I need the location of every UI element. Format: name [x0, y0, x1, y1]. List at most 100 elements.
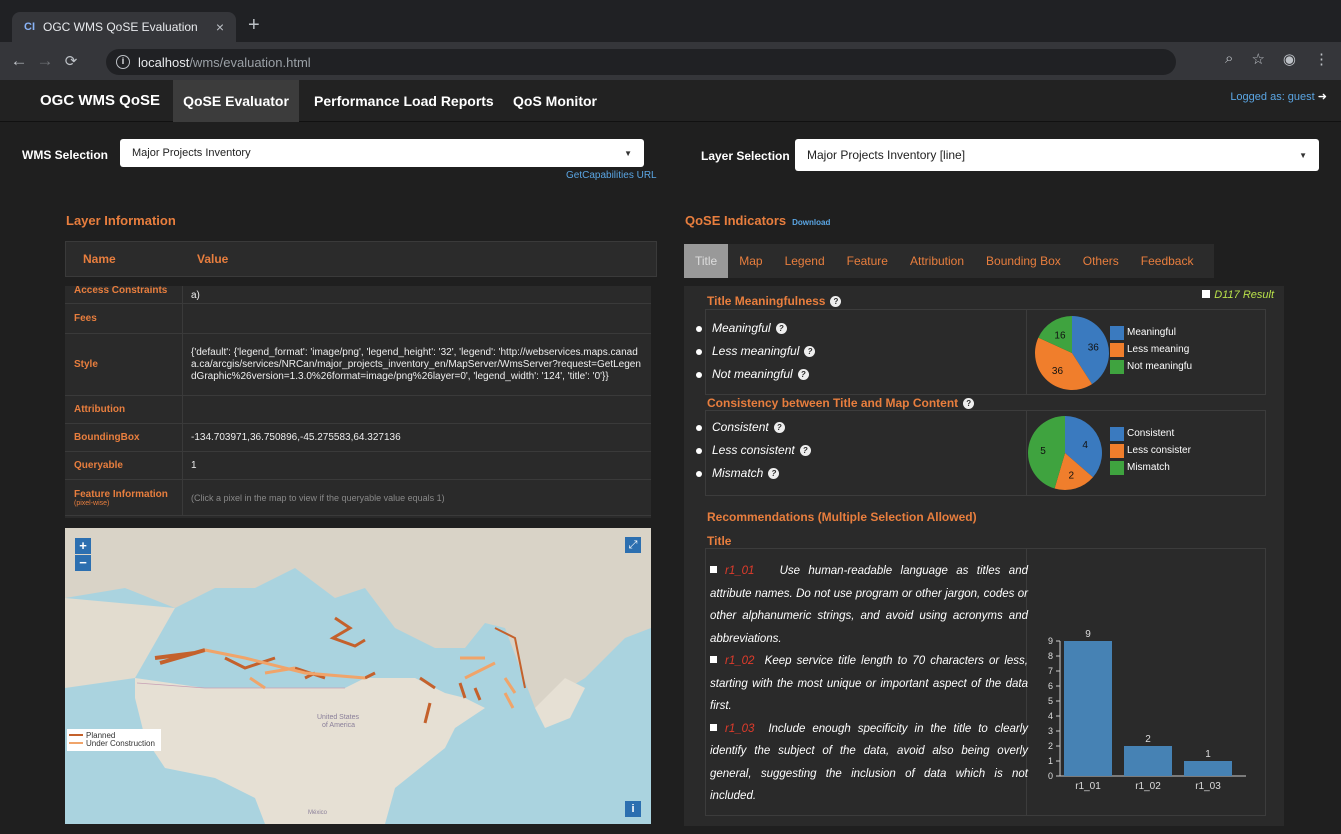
checkbox-icon[interactable]	[710, 656, 717, 663]
rec-text: Use human-readable language as titles an…	[710, 565, 1028, 645]
bar-value-label: 2	[1145, 734, 1151, 745]
option-label: Mismatch	[712, 466, 764, 480]
help-icon[interactable]: ?	[773, 422, 785, 433]
tab-legend[interactable]: Legend	[774, 244, 836, 278]
new-tab-icon[interactable]: +	[248, 14, 260, 37]
close-tab-icon[interactable]: ×	[216, 19, 224, 35]
recommendation-r1-03[interactable]: r1_03 Include enough specificity in the …	[710, 723, 1028, 802]
d117-result[interactable]: D117 Result	[1202, 289, 1274, 301]
menu-icon[interactable]: ⋮	[1314, 50, 1329, 68]
y-tick-label: 5	[1048, 696, 1053, 706]
option-mismatch[interactable]: Mismatch?	[695, 466, 780, 480]
checkbox-icon[interactable]	[1202, 290, 1211, 298]
tab-title[interactable]: Title	[684, 244, 729, 278]
info-icon[interactable]: i	[116, 55, 130, 69]
planned-route	[329, 616, 366, 648]
nav-qos-monitor[interactable]: QoS Monitor	[513, 80, 597, 122]
tab-feedback[interactable]: Feedback	[1130, 244, 1205, 278]
option-not-meaningful[interactable]: Not meaningful?	[696, 367, 809, 381]
help-icon[interactable]: ?	[963, 398, 975, 409]
row-key: Access Constraints	[65, 286, 183, 303]
row-key: Style	[65, 334, 183, 395]
tab-feature[interactable]: Feature	[836, 244, 899, 278]
option-meaningful[interactable]: Meaningful?	[696, 321, 787, 335]
table-row: Access Constraints a)	[65, 286, 651, 304]
help-icon[interactable]: ?	[799, 445, 811, 456]
row-key: Attribution	[65, 396, 183, 423]
legend-label: Not meaningfu	[1127, 361, 1193, 372]
option-consistent[interactable]: Consistent?	[696, 420, 785, 434]
row-value	[183, 304, 651, 333]
map-info-icon[interactable]: i	[625, 801, 641, 817]
legend-label: Mismatch	[1127, 462, 1170, 473]
col-name-header: Name	[83, 252, 116, 266]
option-less-consistent[interactable]: Less consistent?	[696, 443, 811, 457]
y-tick-label: 7	[1048, 666, 1053, 676]
legend-swatch	[1110, 460, 1124, 475]
table-row: Fees	[65, 304, 651, 334]
legend-item: Not meaningfu	[1110, 358, 1206, 375]
row-key-sub: (pixel-wise)	[74, 499, 110, 507]
consistency-slice-label: 5	[1040, 446, 1046, 457]
rec-text: Keep service title length to 70 characte…	[710, 655, 1029, 712]
map-view[interactable]: United States of America México + − ⤢ Pl…	[65, 528, 651, 824]
nav-performance-load-reports[interactable]: Performance Load Reports	[314, 80, 494, 122]
consistency-slice-label: 2	[1068, 470, 1074, 481]
legend-label: Under Construction	[86, 738, 155, 748]
y-tick-label: 1	[1048, 756, 1053, 766]
help-icon[interactable]: ?	[804, 346, 816, 357]
rec-code: r1_01	[725, 565, 755, 577]
tab-map[interactable]: Map	[728, 244, 773, 278]
caret-down-icon: ▼	[1299, 150, 1307, 160]
checkbox-icon[interactable]	[710, 566, 717, 573]
layer-information-title: Layer Information	[66, 213, 176, 228]
logged-as[interactable]: Logged as: guest ➜	[1230, 90, 1327, 103]
option-less-meaningful[interactable]: Less meaningful?	[695, 344, 816, 358]
forward-icon[interactable]: →	[32, 51, 58, 71]
qose-panel: D117 Result Title Meaningfulness? Meanin…	[684, 286, 1284, 826]
y-tick-label: 4	[1048, 711, 1053, 721]
incognito-icon[interactable]: ◉	[1283, 50, 1296, 68]
layer-select-value: Major Projects Inventory [line]	[807, 148, 966, 162]
brand[interactable]: OGC WMS QoSE	[40, 80, 160, 122]
recommendation-r1-02[interactable]: r1_02 Keep service title length to 70 ch…	[710, 655, 1028, 712]
tab-others[interactable]: Others	[1072, 244, 1130, 278]
x-tick-label: r1_03	[1195, 781, 1221, 792]
recommendation-r1-01[interactable]: r1_01 Use human-readable language as tit…	[710, 565, 1028, 645]
layer-selection-label: Layer Selection	[701, 149, 790, 163]
map-canvas: United States of America México	[65, 528, 651, 824]
land-west	[65, 598, 175, 688]
help-icon[interactable]: ?	[768, 468, 780, 479]
help-icon[interactable]: ?	[797, 369, 809, 380]
y-tick-label: 6	[1048, 681, 1053, 691]
back-icon[interactable]: ←	[6, 51, 32, 71]
getcapabilities-link[interactable]: GetCapabilities URL	[566, 170, 657, 181]
star-icon[interactable]: ☆	[1251, 50, 1264, 68]
row-value: -134.703971,36.750896,-45.275583,64.3271…	[191, 431, 401, 443]
logout-icon[interactable]: ➜	[1318, 91, 1327, 103]
nav-qose-evaluator[interactable]: QoSE Evaluator	[173, 80, 299, 122]
layer-select[interactable]: Major Projects Inventory [line] ▼	[795, 139, 1319, 171]
help-icon[interactable]: ?	[775, 323, 787, 334]
download-link[interactable]: Download	[792, 218, 830, 227]
wms-select[interactable]: Major Projects Inventory ▼	[120, 139, 644, 167]
tab-attribution[interactable]: Attribution	[899, 244, 975, 278]
reload-icon[interactable]: ⟳	[58, 52, 84, 70]
checkbox-icon[interactable]	[710, 723, 717, 731]
option-label: Meaningful	[712, 321, 771, 335]
url-host: localhost	[138, 54, 190, 70]
fullscreen-icon[interactable]: ⤢	[625, 537, 641, 553]
help-icon[interactable]: ?	[830, 296, 842, 307]
legend-swatch	[1110, 359, 1124, 374]
address-bar[interactable]: i localhost/wms/evaluation.html	[106, 49, 1176, 75]
legend-item: Meaningful	[1110, 324, 1206, 341]
zoom-icon[interactable]: ⌕	[1225, 50, 1233, 68]
bar-value-label: 1	[1205, 749, 1211, 760]
browser-tab[interactable]: CI OGC WMS QoSE Evaluation ×	[12, 12, 236, 42]
tab-bounding-box[interactable]: Bounding Box	[975, 244, 1072, 278]
map-label-us2: of America	[322, 722, 355, 729]
layer-info-table[interactable]: Access Constraints a) Fees Style {'defau…	[65, 286, 651, 518]
zoom-in-button[interactable]: +	[75, 538, 91, 554]
zoom-out-button[interactable]: −	[75, 555, 91, 571]
row-value: {'default': {'legend_format': 'image/png…	[191, 346, 641, 382]
